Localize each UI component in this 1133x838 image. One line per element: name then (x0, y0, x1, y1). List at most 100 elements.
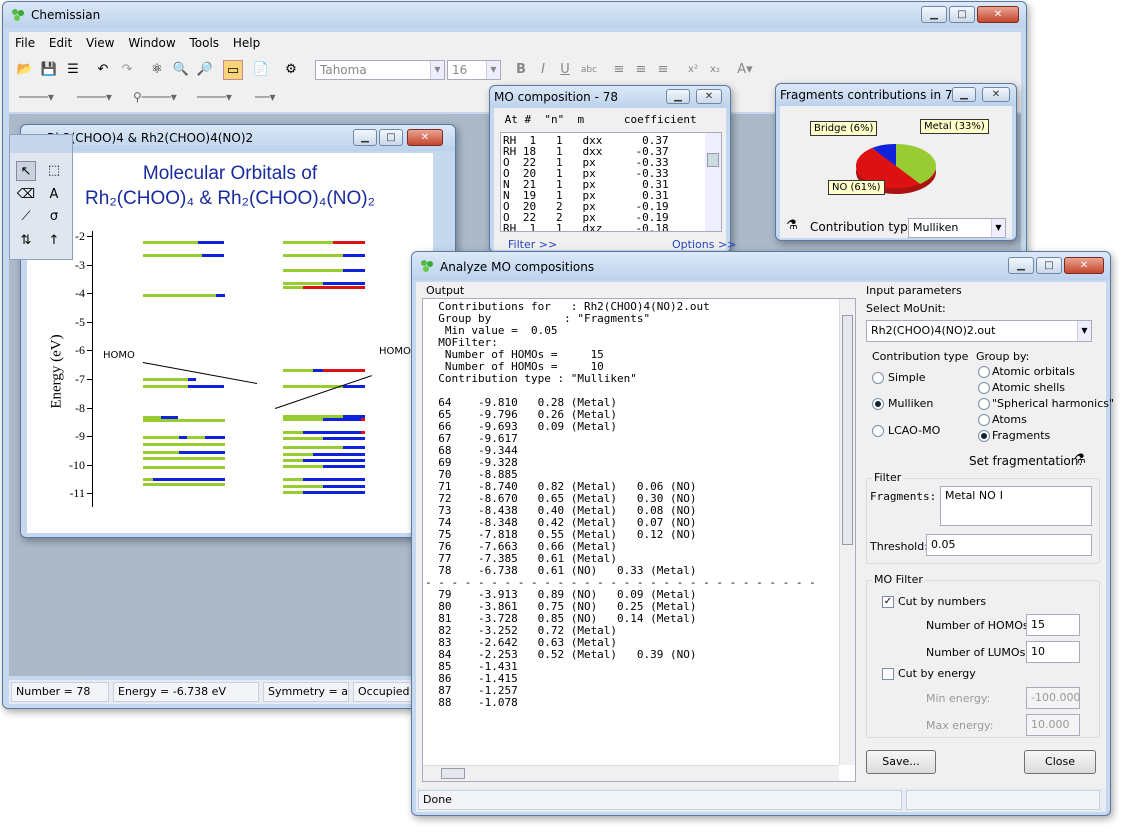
radio-spherical-harmonics[interactable] (978, 398, 990, 410)
save-icon[interactable]: 💾 (39, 60, 59, 80)
mo-level-segment[interactable] (283, 437, 323, 440)
mo-level-segment[interactable] (323, 437, 365, 440)
save-button[interactable]: Save... (866, 750, 936, 774)
mo-level-segment[interactable] (323, 369, 365, 372)
fragments-minimize-button[interactable]: ▁ (952, 87, 976, 102)
mo-level-segment[interactable] (143, 378, 188, 381)
close-button[interactable]: ✕ (977, 6, 1019, 23)
mo-level-segment[interactable] (143, 451, 179, 454)
mo-level-segment[interactable] (333, 241, 365, 244)
mo-level-segment[interactable] (143, 483, 225, 486)
sigma-tool-icon[interactable]: σ (44, 207, 64, 227)
line-color-select[interactable]: ⚲────▾ (129, 88, 189, 108)
max-energy-input[interactable]: 10.000 (1026, 714, 1080, 736)
radio-simple[interactable] (872, 372, 884, 384)
menu-tools[interactable]: Tools (189, 36, 219, 50)
diagram-minimize-button[interactable]: ▁ (353, 129, 377, 146)
mo-level-segment[interactable] (283, 459, 303, 462)
radio-simple-label[interactable]: Simple (888, 371, 926, 384)
select-region-icon[interactable]: ⬚ (44, 161, 64, 181)
mo-level-segment[interactable] (303, 286, 365, 289)
font-name-select[interactable]: Tahoma ▼ (315, 60, 445, 80)
mo-level-segment[interactable] (323, 465, 365, 468)
output-hscroll[interactable] (423, 765, 839, 781)
radio-atoms-label[interactable]: Atoms (992, 413, 1027, 426)
mo-scroll-thumb[interactable] (707, 153, 719, 167)
mo-level-segment[interactable] (283, 282, 323, 285)
mo-scrollbar[interactable] (705, 133, 721, 231)
mo-level-segment[interactable] (361, 418, 365, 421)
mo-level-segment[interactable] (303, 431, 361, 434)
mo-level-segment[interactable] (187, 436, 205, 439)
open-icon[interactable]: 📂 (15, 60, 35, 80)
align-left-icon[interactable]: ≡ (609, 60, 629, 80)
mo-level-segment[interactable] (143, 294, 216, 297)
analyze-maximize-button[interactable]: □ (1036, 257, 1062, 274)
toolbox-grip[interactable] (10, 135, 72, 153)
radio-atoms[interactable] (978, 414, 990, 426)
mo-level-segment[interactable] (205, 436, 225, 439)
output-vscroll[interactable] (839, 299, 855, 765)
mo-level-segment[interactable] (143, 254, 202, 257)
mounit-select[interactable]: Rh2(CHOO)4(NO)2.out ▼ (866, 320, 1092, 342)
mo-level-segment[interactable] (343, 385, 365, 388)
mo-level-segment[interactable] (143, 385, 188, 388)
mo-level-segment[interactable] (188, 385, 224, 388)
cut-by-numbers-checkbox[interactable]: ✓ (882, 596, 894, 608)
analyze-close-button[interactable]: ✕ (1064, 257, 1104, 274)
radio-mulliken-label[interactable]: Mulliken (888, 397, 933, 410)
mo-level-segment[interactable] (143, 466, 225, 469)
minimize-button[interactable]: ▁ (921, 6, 947, 23)
analyze-minimize-button[interactable]: ▁ (1008, 257, 1034, 274)
mo-close-button[interactable]: ✕ (696, 89, 722, 104)
cut-by-energy-label[interactable]: Cut by energy (898, 667, 976, 680)
undo-icon[interactable]: ↶ (93, 60, 113, 80)
fragments-input[interactable]: Metal NO Ι (940, 486, 1092, 526)
filter-link[interactable]: Filter >> (508, 238, 557, 251)
mo-level-segment[interactable] (323, 418, 361, 421)
highlight-icon[interactable]: ▭ (223, 60, 243, 80)
redo-icon[interactable]: ↷ (117, 60, 137, 80)
mo-level-segment[interactable] (143, 443, 225, 446)
bold-icon[interactable]: B (511, 60, 531, 80)
menu-help[interactable]: Help (233, 36, 260, 50)
align-right-icon[interactable]: ≡ (653, 60, 673, 80)
mo-row[interactable]: RH 1 1 dxz -0.18 (503, 223, 669, 231)
line-style-select[interactable]: ────▾ (15, 88, 69, 108)
italic-icon[interactable]: I (533, 60, 553, 80)
output-vscroll-thumb[interactable] (842, 315, 853, 545)
mo-level-segment[interactable] (283, 485, 323, 488)
mo-level-segment[interactable] (283, 431, 303, 434)
mo-level-segment[interactable] (323, 485, 365, 488)
mo-level-segment[interactable] (323, 282, 365, 285)
maximize-button[interactable]: □ (949, 6, 975, 23)
text-tool-icon[interactable]: A (44, 185, 64, 205)
mo-level-segment[interactable] (179, 436, 187, 439)
radio-atomic-shells[interactable] (978, 382, 990, 394)
analyze-titlebar[interactable]: Analyze MO compositions ▁ □ ✕ (412, 252, 1110, 280)
superscript-icon[interactable]: x² (683, 60, 703, 80)
mo-list[interactable]: RH 1 1 dxx 0.37 RH 18 1 dxx -0.37 O 22 1 p… (500, 132, 722, 232)
diagram-canvas[interactable]: Molecular Orbitals of Rh₂(CHOO)₄ & Rh₂(C… (27, 153, 433, 533)
mo-level-segment[interactable] (283, 369, 313, 372)
main-titlebar[interactable]: Chemissian ▁ □ ✕ (3, 2, 1026, 28)
strikethrough-icon[interactable]: abc (579, 60, 599, 80)
diagram-titlebar[interactable]: Rh2(CHOO)4 & Rh2(CHOO)4(NO)2 ▁ □ ✕ (21, 125, 455, 151)
mo-level-segment[interactable] (303, 491, 365, 494)
mo-level-segment[interactable] (343, 269, 365, 272)
close-dialog-button[interactable]: Close (1024, 750, 1096, 774)
radio-fragments[interactable] (978, 430, 990, 442)
menu-edit[interactable]: Edit (49, 36, 72, 50)
analyze-icon[interactable]: ⚛ (147, 60, 167, 80)
mo-level-segment[interactable] (202, 254, 224, 257)
radio-spherical-harmonics-label[interactable]: "Spherical harmonics" (992, 397, 1114, 410)
underline-icon[interactable]: U (555, 60, 575, 80)
fragment-tool-icon[interactable]: ⚗ (782, 216, 802, 236)
output-area[interactable]: Contributions for : Rh2(CHOO)4(NO)2.out … (422, 298, 856, 782)
align-center-icon[interactable]: ≡ (631, 60, 651, 80)
copy-icon[interactable]: 📄 (251, 60, 271, 80)
menu-file[interactable]: File (15, 36, 35, 50)
mo-level-segment[interactable] (343, 446, 365, 449)
radio-lcao-label[interactable]: LCAO-MO (888, 424, 940, 437)
contribution-type-select[interactable]: Mulliken ▼ (908, 218, 1006, 238)
